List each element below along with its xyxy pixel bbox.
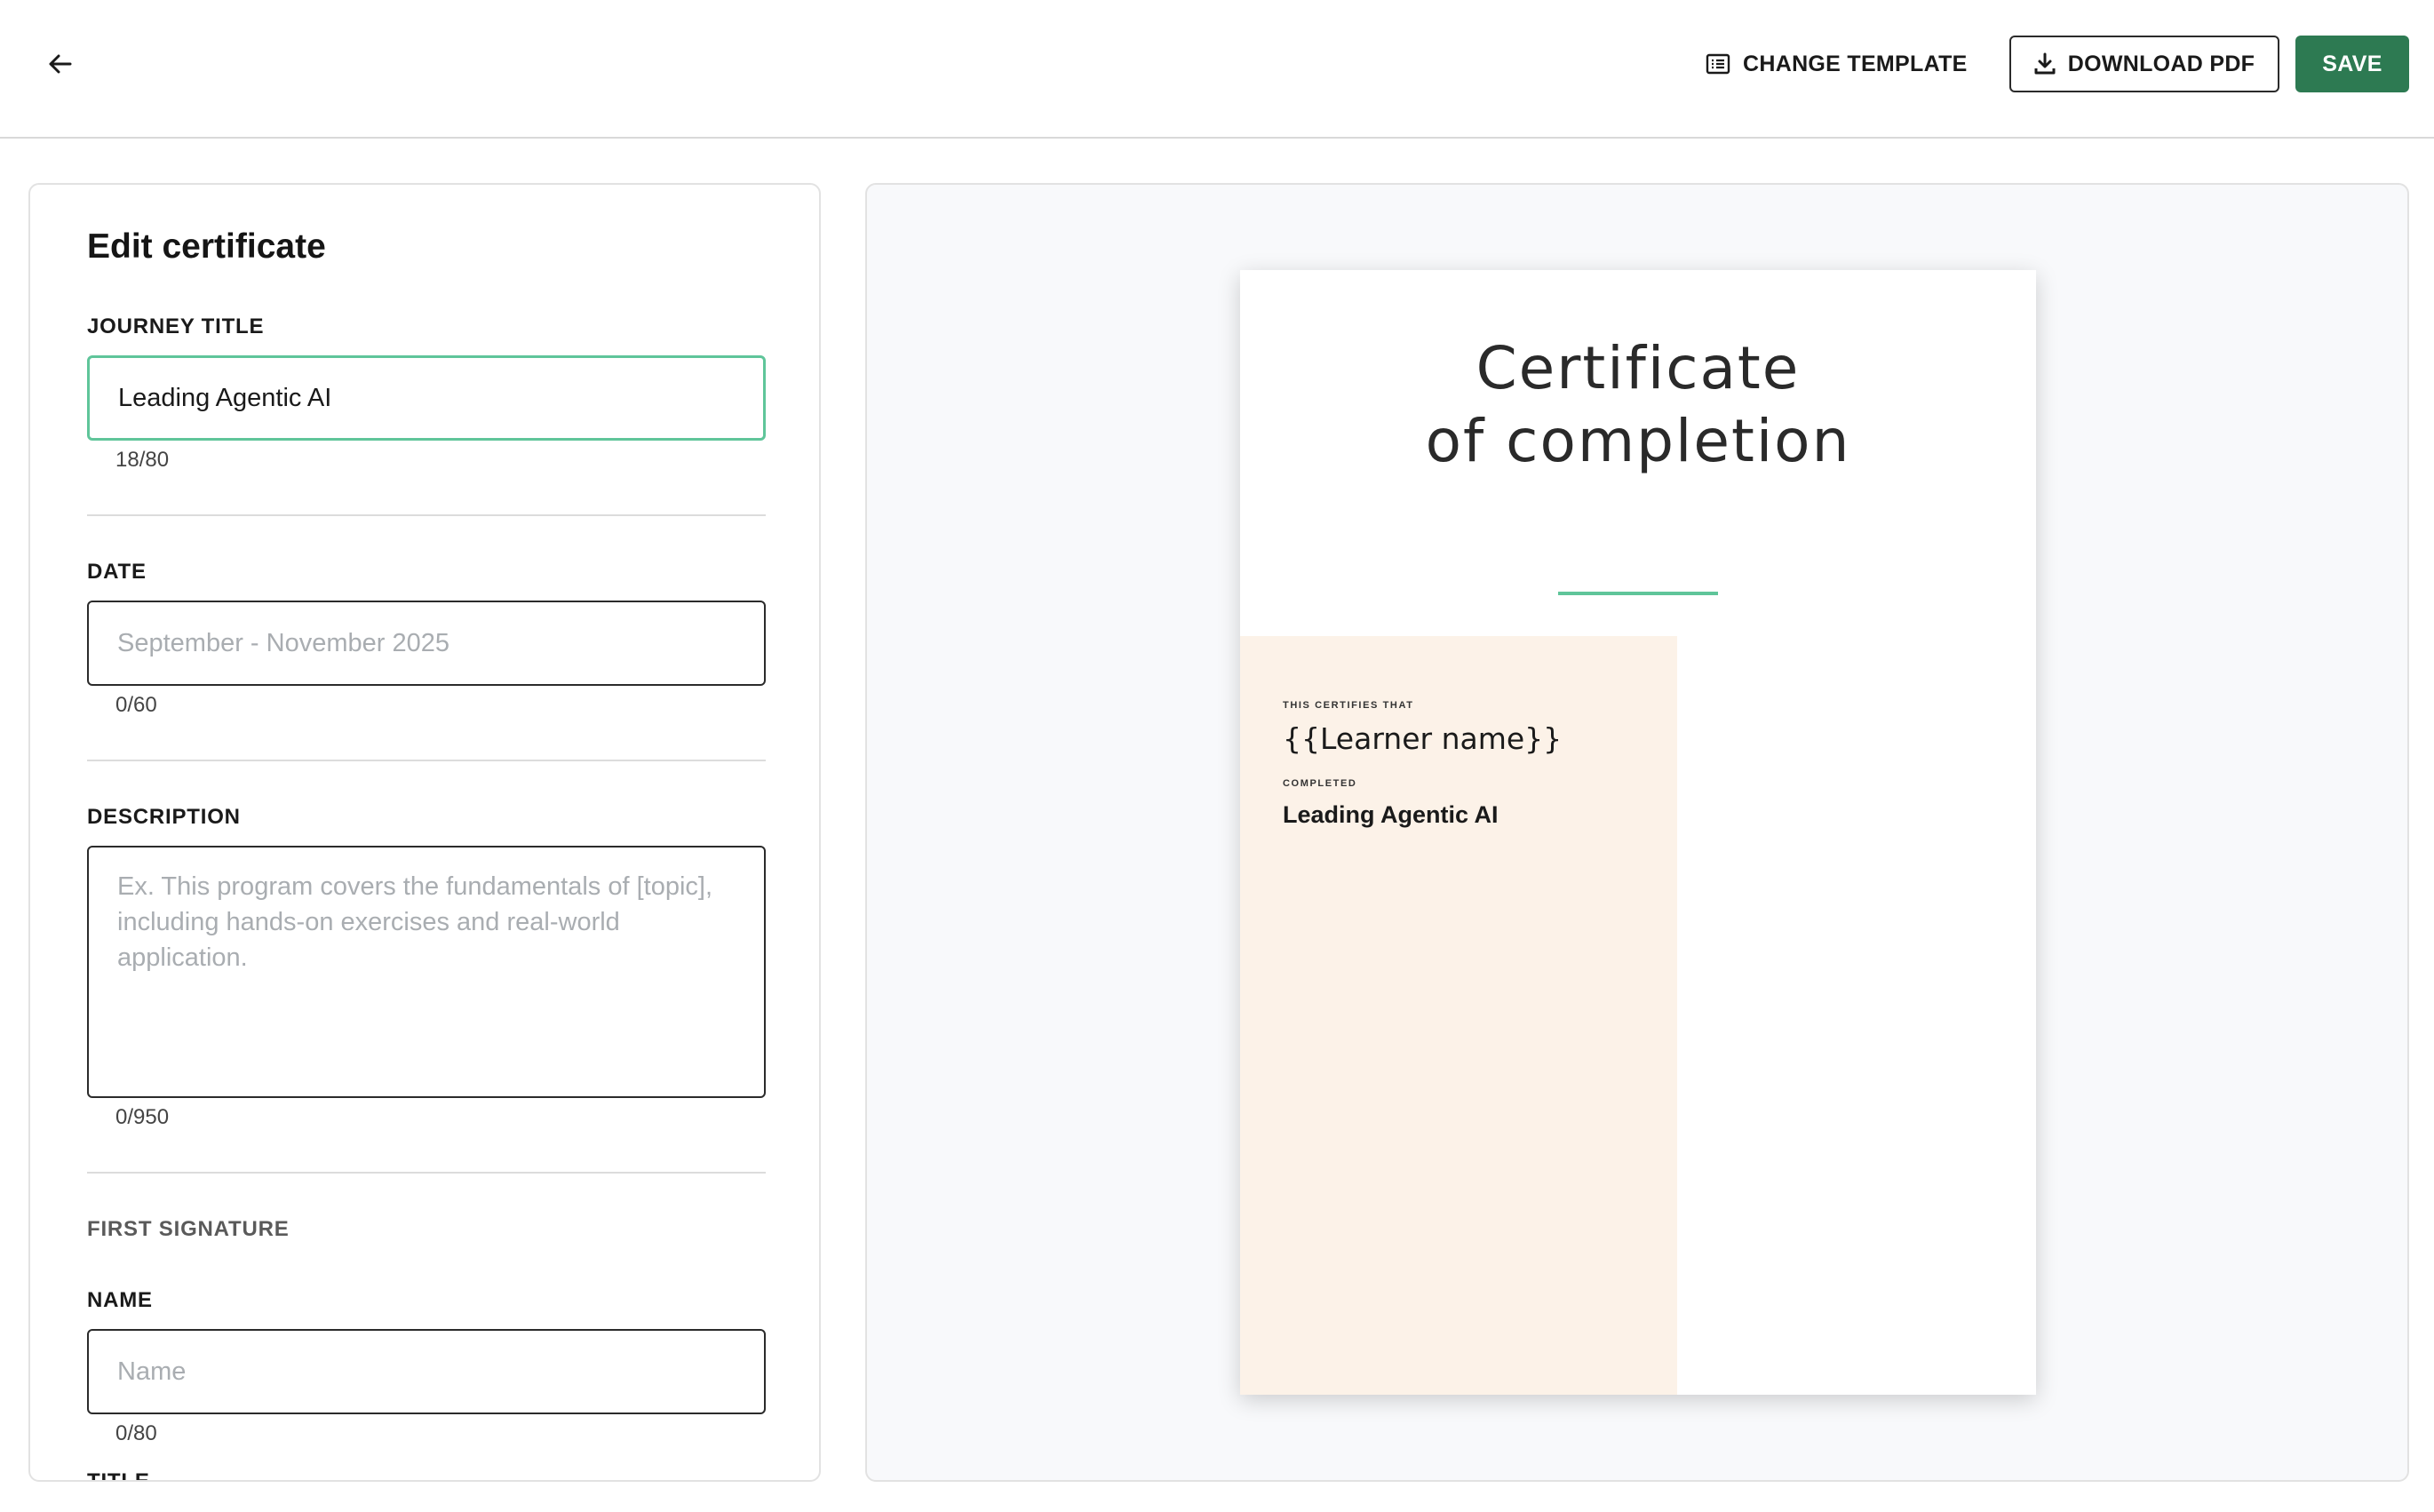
date-input[interactable]: September - November 2025 — [87, 601, 766, 686]
journey-title-value: Leading Agentic AI — [118, 383, 332, 412]
certificate-course-title: Leading Agentic AI — [1283, 801, 1499, 828]
arrow-left-icon — [49, 54, 72, 74]
signature-name-counter: 0/80 — [115, 1421, 157, 1445]
certificate-info-band: THIS CERTIFIES THAT {{Learner name}} COM… — [1240, 636, 1677, 1395]
date-placeholder: September - November 2025 — [117, 628, 449, 657]
signature-name-input[interactable]: Name — [87, 1329, 766, 1414]
signature-title-label: TITLE — [87, 1469, 150, 1482]
top-bar: CHANGE TEMPLATE DOWNLOAD PDF SAVE — [0, 0, 2434, 139]
change-template-button[interactable]: CHANGE TEMPLATE — [1706, 36, 1968, 92]
signature-name-placeholder: Name — [117, 1357, 187, 1386]
completed-label: COMPLETED — [1283, 778, 1357, 789]
signature-name-label: NAME — [87, 1288, 153, 1312]
edit-certificate-panel: Edit certificate JOURNEY TITLE Leading A… — [28, 183, 821, 1482]
certificate-preview-panel: Certificate of completion THIS CERTIFIES… — [865, 183, 2409, 1482]
download-pdf-button[interactable]: DOWNLOAD PDF — [2009, 36, 2279, 92]
certificate-title-underline — [1558, 592, 1718, 595]
certificate-title-line1: Certificate — [1476, 334, 1801, 402]
journey-title-counter: 18/80 — [115, 448, 170, 472]
certifies-label: THIS CERTIFIES THAT — [1283, 700, 1414, 711]
certificate-preview: Certificate of completion THIS CERTIFIES… — [1240, 270, 2036, 1395]
description-counter: 0/950 — [115, 1105, 170, 1129]
change-template-label: CHANGE TEMPLATE — [1743, 51, 1968, 76]
first-signature-heading: FIRST SIGNATURE — [87, 1217, 290, 1241]
divider — [87, 760, 766, 761]
description-label: DESCRIPTION — [87, 805, 241, 829]
download-pdf-label: DOWNLOAD PDF — [2067, 51, 2255, 76]
download-icon — [2034, 52, 2056, 75]
learner-name-placeholder: {{Learner name}} — [1283, 721, 1563, 756]
divider — [87, 1172, 766, 1174]
certificate-title-line2: of completion — [1425, 407, 1851, 475]
save-button[interactable]: SAVE — [2295, 36, 2409, 92]
panel-title: Edit certificate — [87, 227, 326, 266]
date-label: DATE — [87, 560, 147, 584]
journey-title-label: JOURNEY TITLE — [87, 314, 265, 338]
divider — [87, 514, 766, 516]
description-placeholder: Ex. This program covers the fundamentals… — [117, 872, 713, 972]
certificate-title: Certificate of completion — [1240, 332, 2036, 478]
date-counter: 0/60 — [115, 693, 157, 717]
description-textarea[interactable]: Ex. This program covers the fundamentals… — [87, 846, 766, 1098]
journey-title-input[interactable]: Leading Agentic AI — [87, 355, 766, 441]
back-button[interactable] — [43, 46, 78, 82]
template-list-icon — [1706, 53, 1730, 75]
